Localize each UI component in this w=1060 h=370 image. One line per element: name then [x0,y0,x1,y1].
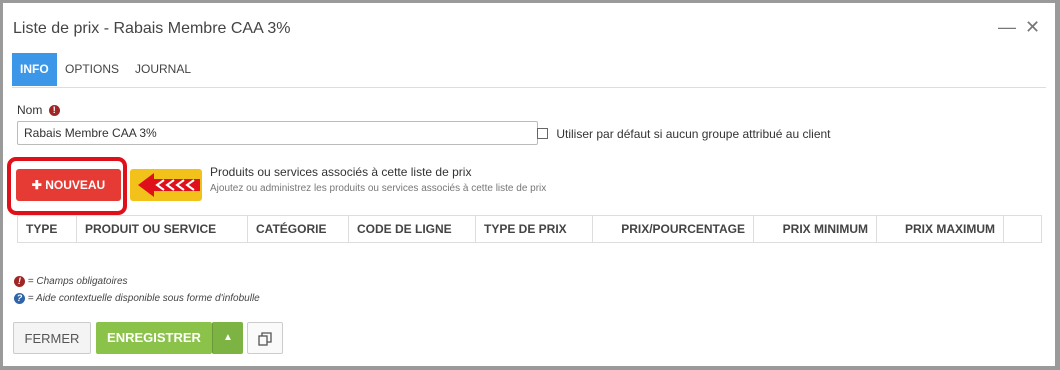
legend-help-text: = Aide contextuelle disponible sous form… [27,293,260,305]
tab-bar: INFO OPTIONS JOURNAL [12,53,1046,88]
save-button[interactable]: ENREGISTRER [96,322,212,354]
dialog-title: Liste de prix - Rabais Membre CAA 3% [13,20,291,37]
nom-input[interactable] [17,121,538,145]
associated-subtitle: Ajoutez ou administrez les produits ou s… [210,183,547,194]
help-icon: ? [14,293,25,304]
column-price-type[interactable]: TYPE DE PRIX [475,215,593,243]
legend-required: ! = Champs obligatoires [14,276,128,287]
required-icon: ! [14,276,25,287]
column-min-price[interactable]: PRIX MINIMUM [753,215,877,243]
required-icon: ! [48,105,60,117]
default-checkbox[interactable] [537,128,548,139]
default-checkbox-label: Utiliser par défaut si aucun groupe attr… [556,127,831,141]
tab-journal[interactable]: JOURNAL [127,53,199,86]
column-price-percent[interactable]: PRIX/POURCENTAGE [592,215,754,243]
column-product[interactable]: PRODUIT OU SERVICE [76,215,248,243]
nom-label: Nom [17,103,43,117]
products-table: TYPE PRODUIT OU SERVICE CATÉGORIE CODE D… [17,215,1042,243]
tab-info[interactable]: INFO [12,53,57,86]
nom-label-row: Nom ! [17,103,60,117]
legend-required-text: = Champs obligatoires [27,276,128,288]
save-options-button[interactable]: ▲ [212,322,243,354]
column-type[interactable]: TYPE [17,215,77,243]
caret-up-icon: ▲ [223,332,233,343]
column-line-code[interactable]: CODE DE LIGNE [348,215,476,243]
table-header-row: TYPE PRODUIT OU SERVICE CATÉGORIE CODE D… [17,215,1042,243]
default-checkbox-row[interactable]: Utiliser par défaut si aucun groupe attr… [537,127,831,141]
column-category[interactable]: CATÉGORIE [247,215,349,243]
associated-title: Produits ou services associés à cette li… [210,165,472,179]
close-icon[interactable]: ✕ [1025,17,1040,37]
column-actions [1003,215,1042,243]
callout-highlight-box [7,157,127,215]
copy-icon [258,332,272,346]
copy-button[interactable] [247,322,283,354]
minimize-icon[interactable]: — [998,17,1016,37]
pointer-arrow-icon [138,173,200,197]
legend-help: ? = Aide contextuelle disponible sous fo… [14,293,260,304]
column-max-price[interactable]: PRIX MAXIMUM [876,215,1004,243]
price-list-dialog: Liste de prix - Rabais Membre CAA 3% — ✕… [3,3,1055,366]
tab-options[interactable]: OPTIONS [57,53,127,86]
close-button[interactable]: FERMER [13,322,91,354]
